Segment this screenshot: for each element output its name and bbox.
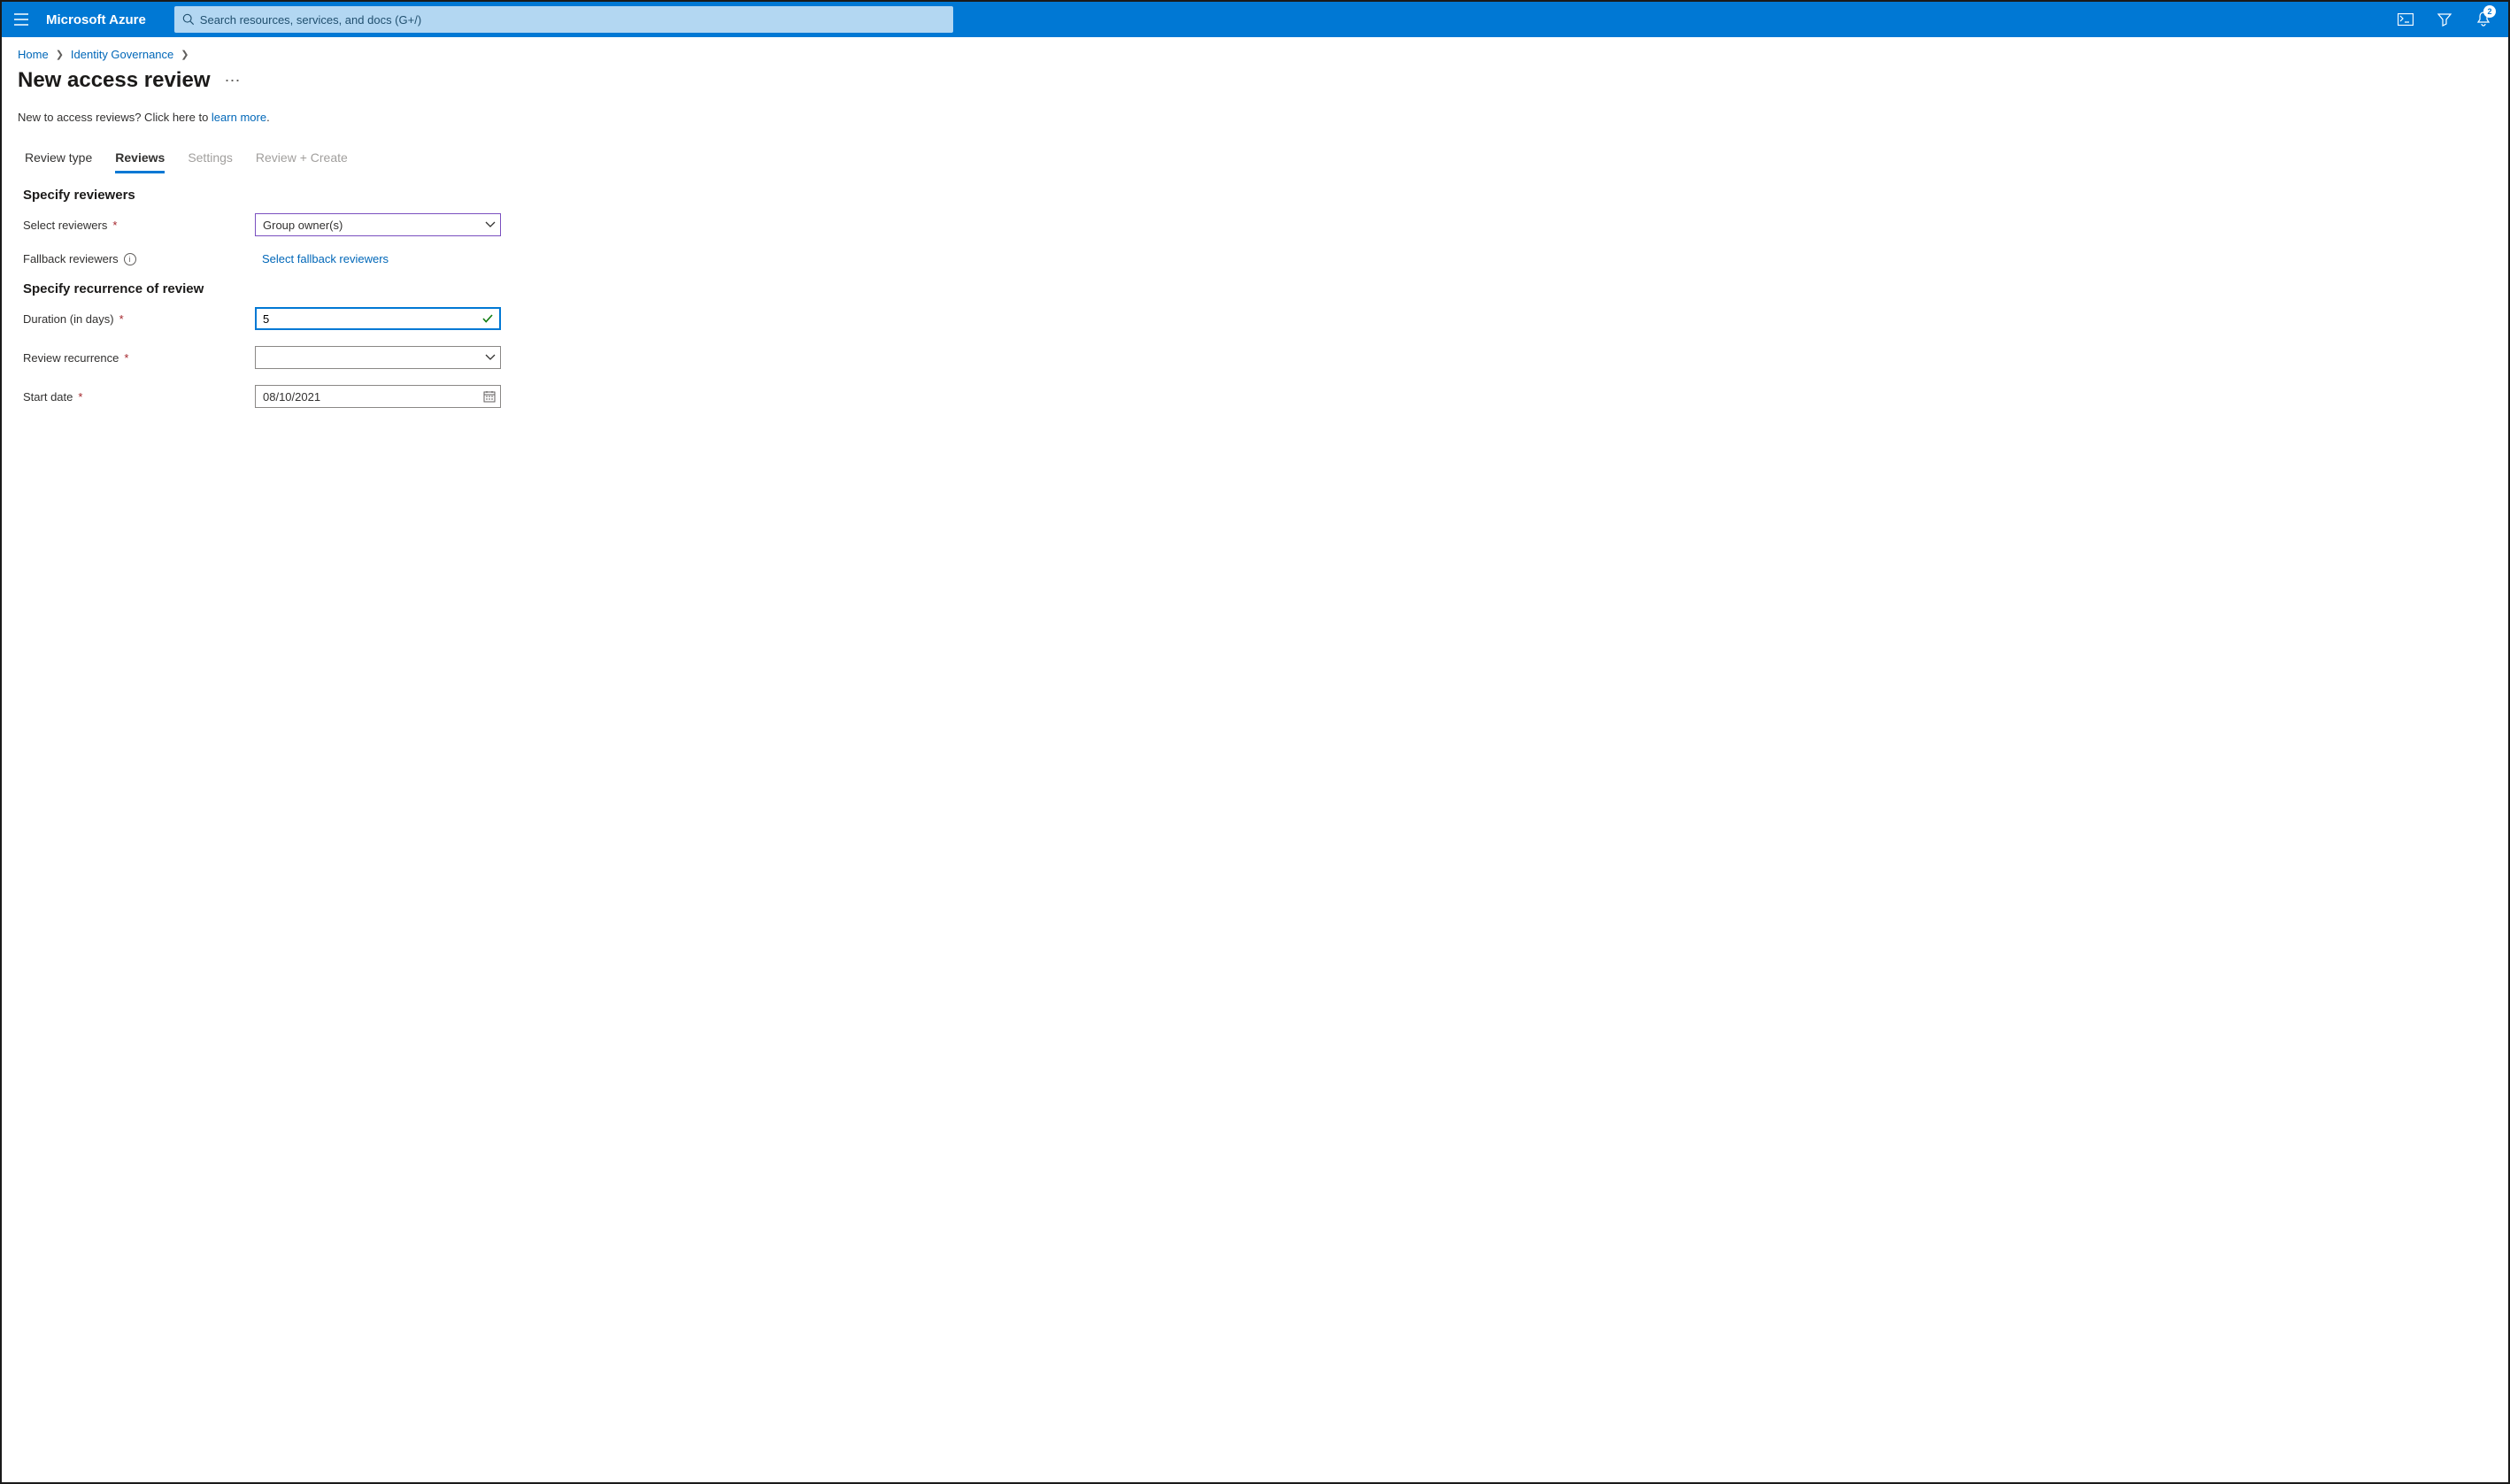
search-wrap	[167, 6, 2388, 33]
section-specify-recurrence: Specify recurrence of review	[23, 281, 2492, 296]
tab-review-type[interactable]: Review type	[25, 145, 92, 173]
chevron-right-icon: ❯	[181, 49, 189, 60]
search-input[interactable]	[200, 13, 945, 27]
more-actions-button[interactable]: ⋯	[225, 72, 242, 90]
field-recurrence	[255, 346, 501, 369]
global-search[interactable]	[174, 6, 953, 33]
label-duration-text: Duration (in days)	[23, 312, 114, 326]
calendar-icon	[483, 390, 496, 403]
field-duration	[255, 307, 501, 330]
label-recurrence: Review recurrence *	[23, 351, 255, 365]
page-title-row: New access review ⋯	[18, 68, 2492, 93]
required-marker: *	[112, 219, 117, 232]
intro-prefix: New to access reviews? Click here to	[18, 111, 212, 124]
label-start-date: Start date *	[23, 390, 255, 404]
required-marker: *	[124, 351, 128, 365]
check-icon	[481, 312, 494, 325]
chevron-right-icon: ❯	[56, 49, 64, 60]
label-fallback-reviewers: Fallback reviewers i	[23, 252, 255, 265]
label-fallback-reviewers-text: Fallback reviewers	[23, 252, 119, 265]
field-start-date: 08/10/2021	[255, 385, 501, 408]
learn-more-link[interactable]: learn more	[212, 111, 266, 124]
tab-review-create: Review + Create	[256, 145, 348, 173]
recurrence-dropdown[interactable]	[255, 346, 501, 369]
page-title: New access review	[18, 68, 211, 93]
duration-input[interactable]	[263, 312, 475, 326]
notifications-button[interactable]: 2	[2466, 2, 2501, 37]
brand-label[interactable]: Microsoft Azure	[41, 12, 167, 27]
duration-input-wrap[interactable]	[255, 307, 501, 330]
row-recurrence: Review recurrence *	[23, 346, 2492, 369]
cloud-shell-icon	[2398, 13, 2414, 26]
cloud-shell-button[interactable]	[2388, 2, 2423, 37]
notification-badge: 2	[2483, 5, 2496, 18]
required-marker: *	[119, 312, 124, 326]
label-start-date-text: Start date	[23, 390, 73, 404]
intro-text: New to access reviews? Click here to lea…	[18, 111, 2492, 124]
hamburger-menu-button[interactable]	[2, 2, 41, 37]
field-select-reviewers: Group owner(s)	[255, 213, 501, 236]
row-start-date: Start date * 08/10/2021	[23, 385, 2492, 408]
top-header: Microsoft Azure 2	[2, 2, 2508, 37]
search-icon	[182, 13, 195, 26]
breadcrumb-home[interactable]: Home	[18, 48, 49, 61]
row-fallback-reviewers: Fallback reviewers i Select fallback rev…	[23, 252, 2492, 265]
label-duration: Duration (in days) *	[23, 312, 255, 326]
wizard-tabs: Review type Reviews Settings Review + Cr…	[25, 145, 2492, 173]
label-select-reviewers: Select reviewers *	[23, 219, 255, 232]
breadcrumb-identity-governance[interactable]: Identity Governance	[71, 48, 173, 61]
required-marker: *	[78, 390, 82, 404]
intro-suffix: .	[266, 111, 270, 124]
hamburger-icon	[14, 13, 28, 26]
label-select-reviewers-text: Select reviewers	[23, 219, 107, 232]
field-fallback-reviewers: Select fallback reviewers	[255, 252, 501, 265]
tab-reviews[interactable]: Reviews	[115, 145, 165, 173]
header-icon-group: 2	[2388, 2, 2508, 37]
start-date-value: 08/10/2021	[263, 390, 320, 404]
filter-icon	[2437, 12, 2452, 27]
label-recurrence-text: Review recurrence	[23, 351, 119, 365]
tab-settings: Settings	[188, 145, 233, 173]
info-icon[interactable]: i	[124, 253, 136, 265]
select-reviewers-value: Group owner(s)	[263, 219, 343, 232]
section-specify-reviewers: Specify reviewers	[23, 188, 2492, 203]
select-reviewers-dropdown[interactable]: Group owner(s)	[255, 213, 501, 236]
breadcrumb: Home ❯ Identity Governance ❯	[18, 48, 2492, 61]
content-area: Home ❯ Identity Governance ❯ New access …	[2, 37, 2508, 434]
select-fallback-reviewers-link[interactable]: Select fallback reviewers	[255, 252, 389, 265]
start-date-input[interactable]: 08/10/2021	[255, 385, 501, 408]
row-select-reviewers: Select reviewers * Group owner(s)	[23, 213, 2492, 236]
directory-filter-button[interactable]	[2427, 2, 2462, 37]
row-duration: Duration (in days) *	[23, 307, 2492, 330]
